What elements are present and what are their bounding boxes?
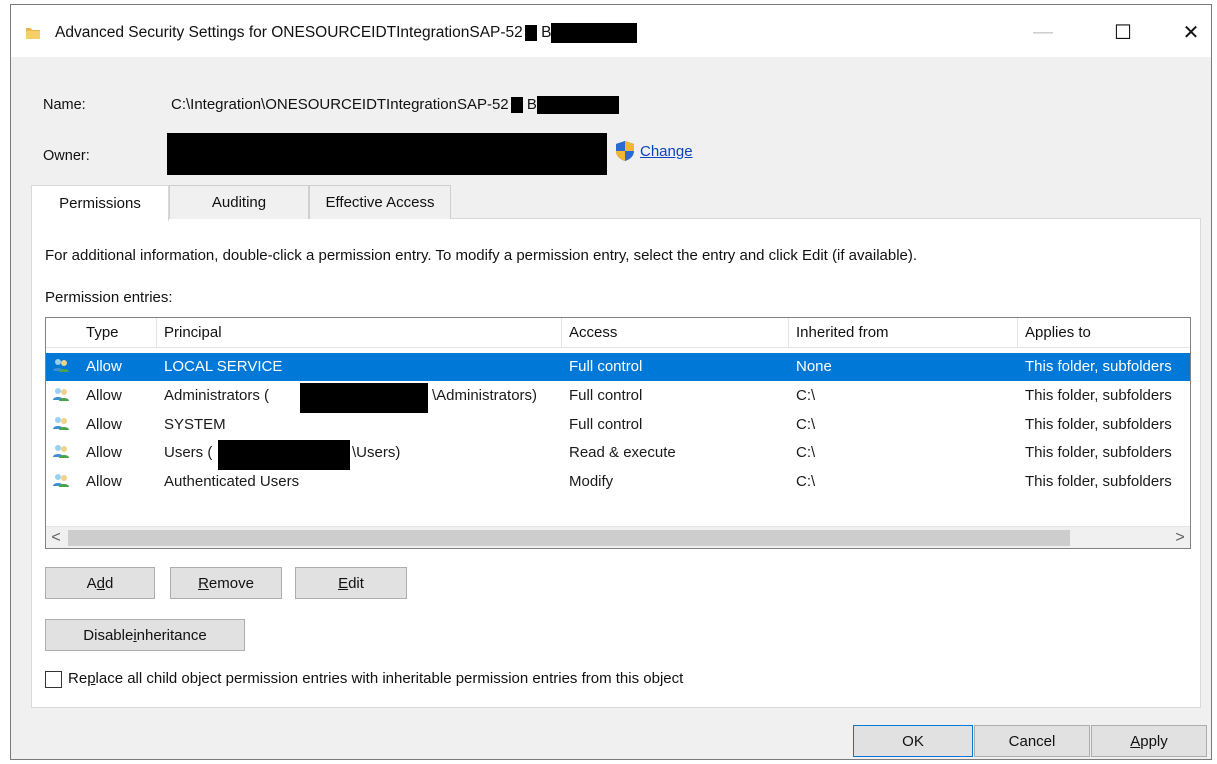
tab-auditing[interactable]: Auditing bbox=[169, 185, 309, 219]
users-icon bbox=[53, 445, 69, 458]
users-icon bbox=[53, 474, 69, 487]
tab-permissions[interactable]: Permissions bbox=[31, 185, 169, 221]
table-row[interactable]: Allow Administrators ( \Administrators) … bbox=[46, 382, 1190, 413]
advanced-security-dialog: Advanced Security Settings for ONESOURCE… bbox=[10, 4, 1212, 760]
maximize-button[interactable]: ☐ bbox=[1103, 15, 1143, 49]
users-icon bbox=[53, 417, 69, 430]
permission-entries-label: Permission entries: bbox=[45, 289, 173, 306]
folder-icon bbox=[26, 28, 40, 39]
info-text: For additional information, double-click… bbox=[45, 247, 918, 264]
column-principal[interactable]: Principal bbox=[164, 324, 222, 341]
minimize-button[interactable]: — bbox=[1023, 15, 1063, 49]
column-applies-to[interactable]: Applies to bbox=[1025, 324, 1091, 341]
table-row[interactable]: Allow Users ( \Users) Read & execute C:\… bbox=[46, 439, 1190, 470]
scroll-left-arrow-icon[interactable]: < bbox=[46, 528, 66, 548]
change-owner-link[interactable]: Change bbox=[614, 140, 693, 162]
column-access[interactable]: Access bbox=[569, 324, 617, 341]
table-row[interactable]: Allow SYSTEM Full control C:\ This folde… bbox=[46, 411, 1190, 439]
column-type[interactable]: Type bbox=[86, 324, 119, 341]
table-row[interactable]: Allow LOCAL SERVICE Full control None Th… bbox=[46, 353, 1190, 381]
permission-entries-list[interactable]: Type Principal Access Inherited from App… bbox=[45, 317, 1191, 549]
users-icon bbox=[53, 388, 69, 401]
table-row[interactable]: Allow Authenticated Users Modify C:\ Thi… bbox=[46, 468, 1190, 496]
name-value: C:\Integration\ONESOURCEIDTIntegrationSA… bbox=[171, 96, 619, 115]
uac-shield-icon bbox=[616, 141, 634, 161]
scrollbar-thumb[interactable] bbox=[68, 530, 1070, 546]
edit-button[interactable]: Edit bbox=[295, 567, 407, 599]
scroll-right-arrow-icon[interactable]: > bbox=[1170, 528, 1190, 548]
close-button[interactable]: ✕ bbox=[1171, 15, 1211, 49]
column-inherited-from[interactable]: Inherited from bbox=[796, 324, 889, 341]
remove-button[interactable]: Remove bbox=[170, 567, 282, 599]
name-label: Name: bbox=[43, 97, 86, 113]
change-link-text[interactable]: Change bbox=[640, 143, 693, 160]
apply-button[interactable]: Apply bbox=[1091, 725, 1207, 757]
owner-label: Owner: bbox=[43, 148, 90, 164]
replace-child-permissions-checkbox[interactable] bbox=[45, 671, 62, 688]
disable-inheritance-button[interactable]: Disable i nheritance bbox=[45, 619, 245, 651]
owner-redacted bbox=[167, 133, 607, 175]
replace-child-permissions-label[interactable]: Replace all child object permission entr… bbox=[68, 670, 683, 687]
horizontal-scrollbar[interactable]: < > bbox=[46, 526, 1190, 548]
tab-effective-access[interactable]: Effective Access bbox=[309, 185, 451, 219]
cancel-button[interactable]: Cancel bbox=[974, 725, 1090, 757]
users-icon bbox=[53, 359, 69, 372]
title-bar[interactable]: Advanced Security Settings for ONESOURCE… bbox=[11, 5, 1211, 57]
ok-button[interactable]: OK bbox=[853, 725, 973, 757]
list-header: Type Principal Access Inherited from App… bbox=[46, 318, 1190, 348]
add-button[interactable]: Add bbox=[45, 567, 155, 599]
window-title: Advanced Security Settings for ONESOURCE… bbox=[55, 23, 638, 43]
